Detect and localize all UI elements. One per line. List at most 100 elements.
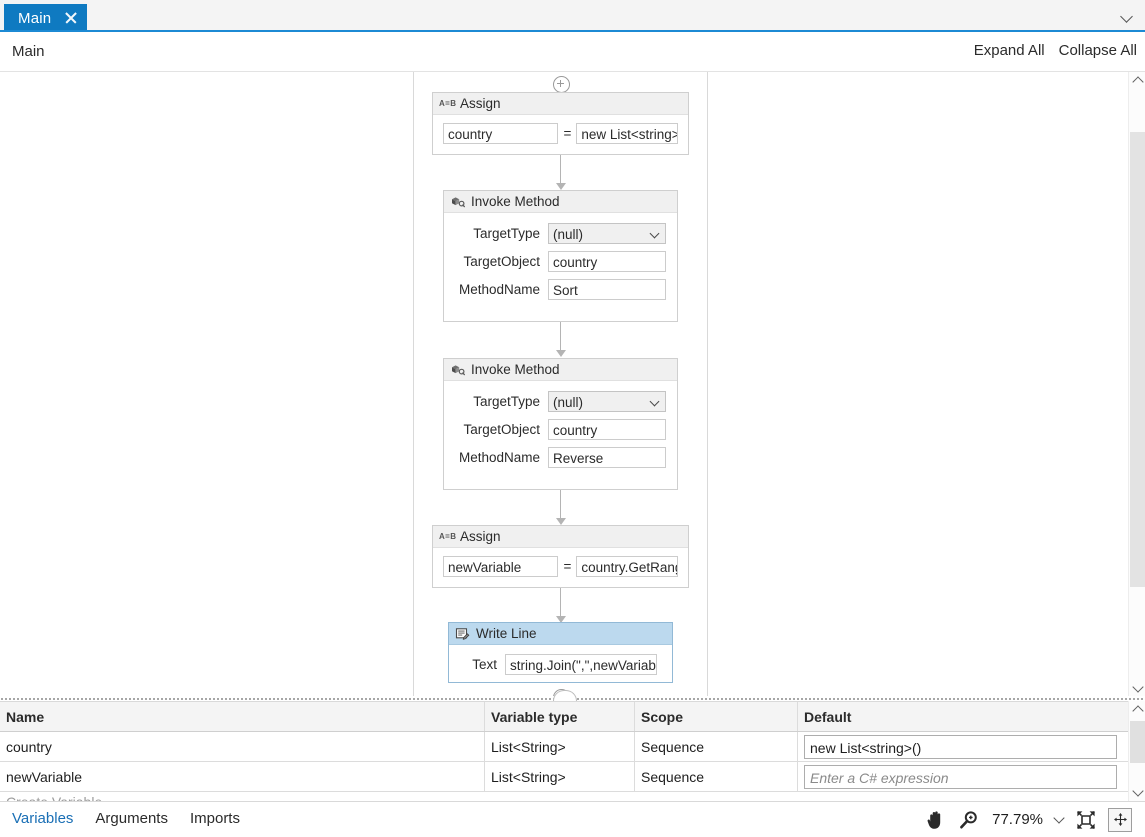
activity-invoke-method-2[interactable]: Invoke Method TargetType (null) TargetOb… [443, 358, 678, 490]
assign-1-value-field[interactable]: new List<string>( [576, 123, 678, 144]
invoke-1-targettype-combobox[interactable]: (null) [548, 223, 666, 244]
assign-1-to-field[interactable]: country [443, 123, 559, 144]
assign-icon: A=B [439, 99, 457, 108]
activity-invoke-method-1-body: TargetType (null) TargetObject country M… [444, 213, 677, 310]
invoke-2-methodname-field[interactable]: Reverse [548, 447, 666, 468]
activity-assign-2-header: A=B Assign [433, 526, 688, 548]
variable-type-cell[interactable]: List<String> [485, 732, 635, 761]
invoke-2-methodname-label: MethodName [458, 450, 540, 465]
variable-default-cell: new List<string>() [798, 732, 1128, 761]
activity-write-line[interactable]: Write Line Text string.Join(",",newVaria… [448, 622, 673, 683]
zoom-toolbar: 77.79% [918, 802, 1137, 837]
table-row[interactable]: country List<String> Sequence new List<s… [0, 732, 1128, 762]
tab-bar: Main [0, 0, 1145, 32]
variables-vertical-scrollbar[interactable] [1128, 701, 1145, 801]
invoke-1-targetobject-label: TargetObject [463, 254, 540, 269]
activity-assign-2-title: Assign [460, 529, 501, 544]
workflow-designer: Main Main Expand All Collapse All A=B As… [0, 0, 1145, 836]
assign-2-value-field[interactable]: country.GetRange [576, 556, 678, 577]
assign-2-operator: = [563, 559, 572, 574]
invoke-1-methodname-field[interactable]: Sort [548, 279, 666, 300]
canvas-vertical-scrollbar[interactable] [1128, 72, 1145, 697]
add-activity-top-icon[interactable] [553, 76, 570, 93]
fit-to-screen-icon[interactable] [1069, 802, 1103, 837]
activity-assign-1-title: Assign [460, 96, 501, 111]
tab-main[interactable]: Main [4, 4, 88, 32]
invoke-1-targetobject-field[interactable]: country [548, 251, 666, 272]
collapse-all-button[interactable]: Collapse All [1059, 42, 1137, 59]
create-variable-row[interactable]: Create Variable [0, 792, 1128, 801]
variables-table: Name Variable type Scope Default country… [0, 702, 1128, 801]
invoke-2-targetobject-field[interactable]: country [548, 419, 666, 440]
column-header-scope[interactable]: Scope [635, 702, 798, 731]
tab-variables[interactable]: Variables [12, 810, 73, 827]
fit-to-size-icon[interactable] [1103, 802, 1137, 837]
activity-invoke-method-2-body: TargetType (null) TargetObject country M… [444, 381, 677, 478]
invoke-2-targetobject-label: TargetObject [463, 422, 540, 437]
activity-invoke-method-1-title: Invoke Method [471, 194, 560, 209]
zoom-level-value[interactable]: 77.79% [986, 811, 1049, 828]
connector-3-arrow [556, 518, 566, 525]
variables-panel: Name Variable type Scope Default country… [0, 701, 1145, 801]
chevron-down-icon[interactable] [1119, 8, 1137, 24]
variable-scope-cell[interactable]: Sequence [635, 732, 798, 761]
chevron-up-icon[interactable] [1129, 72, 1145, 89]
activity-write-line-body: Text string.Join(",",newVariable. [449, 645, 672, 685]
table-row[interactable]: newVariable List<String> Sequence Enter … [0, 762, 1128, 792]
canvas-scrollbar-thumb[interactable] [1130, 132, 1145, 587]
chevron-down-icon[interactable] [1129, 784, 1145, 801]
invoke-method-icon [450, 363, 465, 376]
close-icon[interactable] [63, 10, 79, 26]
invoke-2-targettype-combobox[interactable]: (null) [548, 391, 666, 412]
breadcrumb-actions: Expand All Collapse All [974, 42, 1137, 59]
variable-scope-cell[interactable]: Sequence [635, 762, 798, 791]
connector-4 [560, 588, 561, 618]
column-header-default[interactable]: Default [798, 702, 1128, 731]
connector-2-arrow [556, 350, 566, 357]
activity-write-line-header: Write Line [449, 623, 672, 645]
invoke-2-targettype-label: TargetType [473, 394, 540, 409]
variable-type-cell[interactable]: List<String> [485, 762, 635, 791]
activity-invoke-method-1[interactable]: Invoke Method TargetType (null) TargetOb… [443, 190, 678, 322]
create-variable-label[interactable]: Create Variable [0, 792, 485, 801]
tab-imports[interactable]: Imports [190, 810, 240, 827]
activity-invoke-method-2-title: Invoke Method [471, 362, 560, 377]
expand-all-button[interactable]: Expand All [974, 42, 1045, 59]
variable-name-cell[interactable]: newVariable [0, 762, 485, 791]
activity-invoke-method-1-header: Invoke Method [444, 191, 677, 213]
assign-2-to-field[interactable]: newVariable [443, 556, 559, 577]
activity-assign-1-header: A=B Assign [433, 93, 688, 115]
write-line-text-field[interactable]: string.Join(",",newVariable. [505, 654, 657, 675]
column-header-variable-type[interactable]: Variable type [485, 702, 635, 731]
variables-scrollbar-thumb[interactable] [1130, 721, 1145, 763]
activity-assign-1-body: country = new List<string>( [433, 115, 688, 154]
tab-main-label: Main [18, 9, 52, 27]
workflow-canvas[interactable]: A=B Assign country = new List<string>(I… [0, 72, 1145, 697]
hand-pan-icon[interactable] [918, 802, 952, 837]
variable-default-input[interactable]: Enter a C# expression [804, 764, 1117, 789]
assign-1-operator: = [563, 126, 572, 141]
table-header-row: Name Variable type Scope Default [0, 702, 1128, 732]
breadcrumb-bar: Main Expand All Collapse All [0, 32, 1145, 72]
tab-arguments[interactable]: Arguments [95, 810, 168, 827]
magnifier-plus-icon[interactable] [952, 802, 986, 837]
connector-3 [560, 490, 561, 520]
connector-1 [560, 155, 561, 185]
variable-default-cell: Enter a C# expression [798, 762, 1128, 791]
status-bar: Variables Arguments Imports 77.79% [0, 801, 1145, 836]
chevron-up-icon[interactable] [1129, 701, 1145, 718]
activity-assign-2[interactable]: A=B Assign newVariable = country.GetRang… [432, 525, 689, 588]
invoke-1-methodname-label: MethodName [458, 282, 540, 297]
activity-assign-2-body: newVariable = country.GetRange [433, 548, 688, 587]
chevron-down-icon[interactable] [1129, 680, 1145, 697]
variable-default-input[interactable]: new List<string>() [804, 734, 1117, 759]
connector-2 [560, 322, 561, 352]
chevron-down-icon[interactable] [1049, 802, 1069, 837]
assign-icon: A=B [439, 532, 457, 541]
activity-invoke-method-2-header: Invoke Method [444, 359, 677, 381]
variable-name-cell[interactable]: country [0, 732, 485, 761]
connector-1-arrow [556, 183, 566, 190]
column-header-name[interactable]: Name [0, 702, 485, 731]
breadcrumb[interactable]: Main [12, 43, 45, 60]
activity-assign-1[interactable]: A=B Assign country = new List<string>( [432, 92, 689, 155]
